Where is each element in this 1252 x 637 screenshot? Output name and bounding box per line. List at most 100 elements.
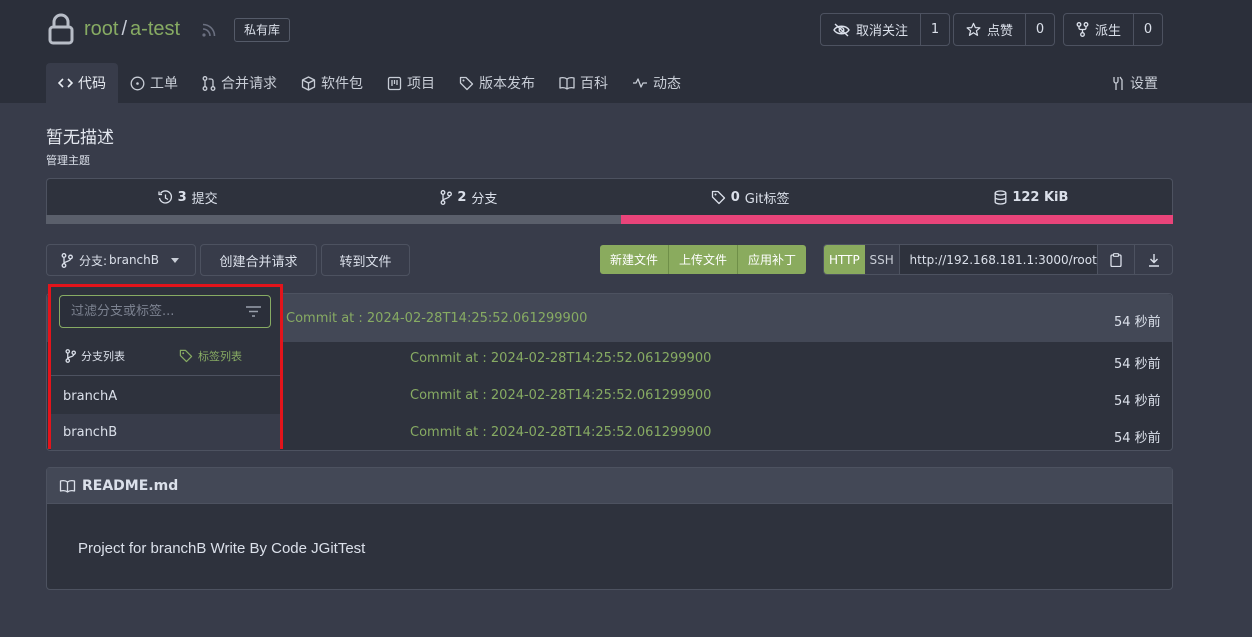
watch-count[interactable]: 1: [921, 14, 949, 45]
project-icon: [387, 76, 402, 90]
star-label: 点赞: [987, 24, 1014, 39]
tab-code[interactable]: 代码: [46, 63, 118, 103]
tag-icon: [711, 190, 725, 204]
eye-slash-icon: [833, 22, 850, 37]
repo-tabs: 代码 工单 合并请求 软件包 项目 版本发布 百科 动态: [46, 63, 693, 103]
tools-icon: [1113, 76, 1123, 90]
tab-releases-label: 版本发布: [479, 76, 535, 92]
pull-request-icon: [202, 75, 216, 91]
repo-name-link[interactable]: a-test: [130, 18, 180, 40]
repo-description: 暂无描述: [46, 128, 114, 148]
repo-stats-bar: 3 提交 2 分支 0 Git标签 122 KiB: [46, 178, 1173, 215]
branch-prefix: 分支:: [79, 253, 108, 268]
file-row-time: 54 秒前: [1114, 394, 1161, 409]
tab-settings-label: 设置: [1130, 76, 1158, 92]
tags-label: Git标签: [744, 191, 790, 207]
language-bar[interactable]: [46, 215, 1173, 224]
pulse-icon: [633, 78, 647, 88]
tab-wiki[interactable]: 百科: [547, 63, 620, 103]
commits-label: 提交: [191, 191, 218, 207]
branch-option-branchA[interactable]: branchA: [51, 378, 280, 414]
database-icon: [994, 189, 1007, 205]
create-pull-request-button[interactable]: 创建合并请求: [200, 244, 317, 276]
ssh-protocol-button[interactable]: SSH: [865, 245, 900, 274]
upload-file-button[interactable]: 上传文件: [669, 245, 739, 274]
branch-icon: [65, 349, 76, 363]
readme-panel: README.md Project for branchB Write By C…: [46, 467, 1173, 590]
file-actions-group: 新建文件 上传文件 应用补丁: [600, 245, 807, 274]
branches-count: 2: [457, 189, 467, 205]
clipboard-icon: [1110, 252, 1122, 267]
readme-header: README.md: [47, 468, 1172, 504]
tab-wiki-label: 百科: [580, 76, 608, 92]
branch-current: branchB: [109, 253, 159, 267]
tab-issues-label: 工单: [150, 76, 178, 92]
commits-count: 3: [177, 189, 187, 205]
book-icon: [59, 479, 76, 493]
manage-topics-link[interactable]: 管理主题: [46, 152, 90, 168]
latest-commit-time: 54 秒前: [1114, 315, 1161, 330]
commits-stat[interactable]: 3 提交: [47, 179, 328, 215]
http-protocol-button[interactable]: HTTP: [824, 245, 865, 274]
download-button[interactable]: [1135, 245, 1172, 274]
tab-packages-label: 软件包: [321, 76, 363, 92]
new-file-button[interactable]: 新建文件: [600, 245, 670, 274]
clone-url-group: HTTP SSH http://192.168.181.1:3000/root/…: [823, 244, 1173, 275]
code-icon: [58, 78, 73, 88]
download-icon: [1148, 253, 1159, 267]
unwatch-label: 取消关注: [856, 24, 909, 39]
branch-icon: [440, 189, 453, 205]
branch-filter-box[interactable]: [59, 295, 271, 328]
branch-selector-button[interactable]: 分支: branchB: [46, 244, 196, 276]
goto-file-button[interactable]: 转到文件: [321, 244, 410, 276]
clone-url-input[interactable]: http://192.168.181.1:3000/root/a-: [899, 245, 1099, 274]
tab-projects[interactable]: 项目: [375, 63, 447, 103]
copy-url-button[interactable]: [1098, 245, 1136, 274]
fork-label: 派生: [1095, 24, 1122, 39]
fork-count[interactable]: 0: [1134, 14, 1162, 45]
unwatch-button[interactable]: 取消关注 1: [820, 13, 951, 46]
tab-pull-requests[interactable]: 合并请求: [190, 63, 289, 103]
branches-label: 分支: [471, 191, 498, 207]
tab-projects-label: 项目: [407, 76, 435, 92]
readme-content: Project for branchB Write By Code JGitTe…: [78, 540, 366, 557]
repo-owner-link[interactable]: root: [84, 18, 118, 40]
fork-button[interactable]: 派生 0: [1063, 13, 1164, 46]
file-row-commit[interactable]: Commit at : 2024-02-28T14:25:52.06129990…: [410, 351, 711, 366]
star-button[interactable]: 点赞 0: [953, 13, 1056, 46]
latest-commit-message[interactable]: Commit at : 2024-02-28T14:25:52.06129990…: [286, 311, 587, 326]
package-icon: [301, 75, 316, 91]
tab-pull-requests-label: 合并请求: [221, 76, 277, 92]
tags-stat[interactable]: 0 Git标签: [610, 179, 891, 215]
file-row-commit[interactable]: Commit at : 2024-02-28T14:25:52.06129990…: [410, 388, 711, 403]
branch-dropdown-menu: 分支列表 标签列表 branchA branchB: [48, 284, 283, 450]
branches-stat[interactable]: 2 分支: [328, 179, 609, 215]
tab-activity-label: 动态: [653, 76, 681, 92]
branches-list-tab[interactable]: 分支列表: [65, 348, 125, 364]
tab-code-label: 代码: [78, 76, 106, 92]
file-row-commit[interactable]: Commit at : 2024-02-28T14:25:52.06129990…: [410, 425, 711, 440]
branch-option-branchB[interactable]: branchB: [51, 414, 280, 450]
tab-settings[interactable]: 设置: [1110, 63, 1158, 103]
tab-packages[interactable]: 软件包: [289, 63, 375, 103]
branch-filter-input[interactable]: [71, 304, 236, 319]
filter-icon[interactable]: [246, 306, 261, 317]
file-row-time: 54 秒前: [1114, 431, 1161, 446]
readme-filename[interactable]: README.md: [82, 478, 178, 494]
tab-releases[interactable]: 版本发布: [447, 63, 547, 103]
tab-issues[interactable]: 工单: [118, 63, 190, 103]
history-icon: [157, 189, 172, 204]
apply-patch-button[interactable]: 应用补丁: [738, 245, 807, 274]
lock-icon: [48, 13, 74, 45]
tags-list-label: 标签列表: [198, 350, 242, 363]
size-stat[interactable]: 122 KiB: [891, 179, 1172, 215]
issue-icon: [130, 76, 145, 90]
star-count[interactable]: 0: [1026, 14, 1054, 45]
rss-icon[interactable]: [202, 23, 216, 37]
file-row-time: 54 秒前: [1114, 357, 1161, 372]
fork-icon: [1076, 22, 1089, 37]
tags-list-tab[interactable]: 标签列表: [179, 348, 242, 364]
star-icon: [966, 22, 981, 36]
repo-title: root / a-test: [84, 18, 180, 41]
tab-activity[interactable]: 动态: [620, 63, 693, 103]
